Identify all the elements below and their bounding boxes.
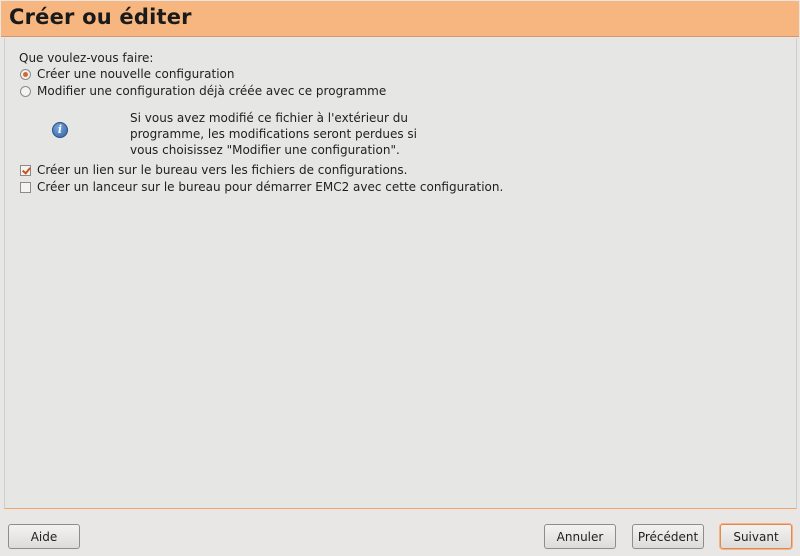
- checkbox-label-launcher: Créer un lanceur sur le bureau pour déma…: [37, 180, 504, 194]
- page-title: Créer ou éditer: [9, 5, 192, 29]
- radio-label-new: Créer une nouvelle configuration: [37, 67, 235, 81]
- checkbox-label-link: Créer un lien sur le bureau vers les fic…: [37, 163, 408, 177]
- prompt-label: Que voulez-vous faire:: [19, 51, 154, 65]
- content-panel: Que voulez-vous faire: Créer une nouvell…: [4, 38, 797, 509]
- checkbox-desktop-link[interactable]: Créer un lien sur le bureau vers les fic…: [20, 162, 407, 178]
- checkbox-desktop-launcher[interactable]: Créer un lanceur sur le bureau pour déma…: [20, 179, 503, 195]
- previous-button[interactable]: Précédent: [632, 524, 704, 549]
- radio-modify-configuration[interactable]: Modifier une configuration déjà créée av…: [20, 83, 386, 99]
- radio-new-configuration[interactable]: Créer une nouvelle configuration: [20, 66, 234, 82]
- info-line-2: programme, les modifications seront perd…: [130, 127, 418, 141]
- info-line-1: Si vous avez modifié ce fichier à l'exté…: [130, 111, 408, 125]
- info-message: Si vous avez modifié ce fichier à l'exté…: [130, 110, 420, 158]
- radio-label-modify: Modifier une configuration déjà créée av…: [37, 84, 387, 98]
- radio-button-new[interactable]: [20, 68, 31, 80]
- page-header: Créer ou éditer: [1, 1, 799, 37]
- help-button[interactable]: Aide: [8, 524, 80, 549]
- radio-button-modify[interactable]: [20, 85, 31, 97]
- info-icon: i: [52, 122, 68, 138]
- next-button[interactable]: Suivant: [720, 524, 792, 549]
- cancel-button[interactable]: Annuler: [544, 524, 616, 549]
- info-line-3: vous choisissez "Modifier une configurat…: [130, 143, 400, 157]
- checkbox-launcher[interactable]: [20, 181, 31, 193]
- checkbox-link[interactable]: [20, 164, 31, 176]
